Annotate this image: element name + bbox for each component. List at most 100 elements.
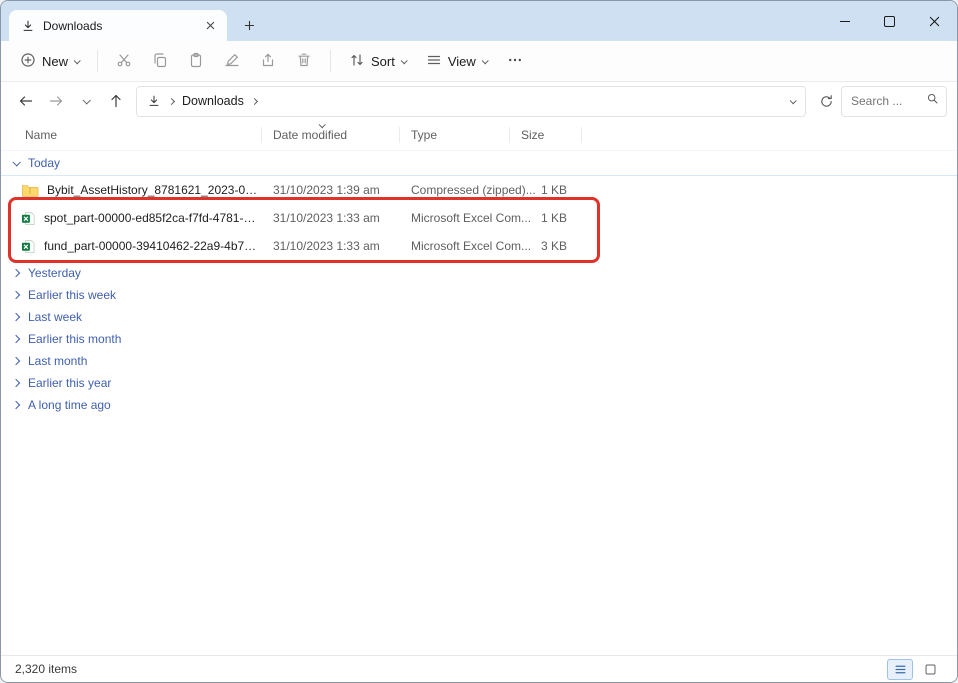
group-header-today[interactable]: Today — [1, 151, 957, 176]
group-label: Today — [28, 156, 60, 170]
tab-title: Downloads — [43, 19, 193, 33]
chevron-right-icon — [12, 269, 20, 277]
large-thumbnails-view-button[interactable] — [917, 659, 943, 680]
excel-file-icon — [21, 239, 36, 254]
view-button[interactable]: View — [417, 46, 496, 77]
plus-circle-icon — [20, 52, 36, 71]
group-header-last-month[interactable]: Last month — [1, 350, 957, 372]
group-label: Earlier this month — [28, 332, 121, 346]
ellipsis-icon — [507, 52, 523, 71]
group-header-yesterday[interactable]: Yesterday — [1, 262, 957, 284]
scissors-icon — [116, 52, 132, 71]
minimize-button[interactable] — [822, 1, 867, 41]
delete-button[interactable] — [287, 46, 321, 77]
file-name: spot_part-00000-ed85f2ca-f7fd-4781-a3e6-… — [44, 211, 261, 225]
rename-icon — [224, 52, 240, 71]
file-size: 1 KB — [509, 211, 581, 225]
trash-icon — [296, 52, 312, 71]
tab-close-icon[interactable] — [201, 17, 219, 35]
chevron-right-icon — [12, 335, 20, 343]
cut-button[interactable] — [107, 46, 141, 77]
chevron-right-icon — [12, 401, 20, 409]
group-label: Earlier this week — [28, 288, 116, 302]
group-header-earlier-this-month[interactable]: Earlier this month — [1, 328, 957, 350]
titlebar: Downloads — [1, 1, 957, 41]
sort-arrows-icon — [349, 52, 365, 71]
magnifier-icon — [926, 92, 939, 110]
group-header-a-long-time-ago[interactable]: A long time ago — [1, 394, 957, 416]
details-view-button[interactable] — [887, 659, 913, 680]
file-size: 3 KB — [509, 239, 581, 253]
group-label: Earlier this year — [28, 376, 111, 390]
clipboard-icon — [188, 52, 204, 71]
file-name: fund_part-00000-39410462-22a9-4b75-afb1-… — [44, 239, 261, 253]
chevron-right-icon — [12, 291, 20, 299]
file-row[interactable]: Bybit_AssetHistory_8781621_2023-01-01_20… — [1, 176, 957, 204]
breadcrumb-downloads[interactable]: Downloads — [182, 94, 244, 108]
column-headers: Name Date modified Type Size — [1, 120, 957, 151]
file-list: Today Bybit_AssetHistory_8781621_2023-01… — [1, 151, 957, 416]
download-icon — [147, 94, 161, 108]
window-controls — [822, 1, 957, 41]
recent-locations-chevron-icon[interactable] — [71, 86, 101, 116]
column-header-type[interactable]: Type — [399, 120, 509, 150]
chevron-down-icon — [401, 57, 408, 64]
group-label: Last week — [28, 310, 82, 324]
rename-button[interactable] — [215, 46, 249, 77]
new-button[interactable]: New — [11, 46, 88, 77]
navigation-bar: Downloads — [1, 82, 957, 120]
group-header-earlier-this-year[interactable]: Earlier this year — [1, 372, 957, 394]
group-header-earlier-this-week[interactable]: Earlier this week — [1, 284, 957, 306]
group-header-last-week[interactable]: Last week — [1, 306, 957, 328]
address-bar[interactable]: Downloads — [136, 86, 806, 117]
file-row[interactable]: fund_part-00000-39410462-22a9-4b75-afb1-… — [1, 232, 957, 260]
chevron-right-icon — [12, 313, 20, 321]
file-row[interactable]: spot_part-00000-ed85f2ca-f7fd-4781-a3e6-… — [1, 204, 957, 232]
column-header-size[interactable]: Size — [509, 120, 581, 150]
view-lines-icon — [426, 52, 442, 71]
chevron-right-icon — [168, 97, 175, 104]
file-type: Compressed (zipped)... — [399, 183, 509, 197]
paste-button[interactable] — [179, 46, 213, 77]
forward-button[interactable] — [41, 86, 71, 116]
chevron-down-icon — [12, 158, 20, 166]
maximize-button[interactable] — [867, 1, 912, 41]
file-type: Microsoft Excel Com... — [399, 239, 509, 253]
file-explorer-window: Downloads New — [0, 0, 958, 683]
more-options-button[interactable] — [498, 46, 532, 77]
refresh-button[interactable] — [811, 86, 841, 116]
file-name: Bybit_AssetHistory_8781621_2023-01-01_20… — [47, 183, 261, 197]
group-label: Yesterday — [28, 266, 81, 280]
sort-button[interactable]: Sort — [340, 46, 415, 77]
copy-button[interactable] — [143, 46, 177, 77]
toolbar-divider — [330, 50, 331, 72]
share-button[interactable] — [251, 46, 285, 77]
items-count: 2,320 items — [15, 662, 77, 676]
excel-file-icon — [21, 211, 36, 226]
tab-downloads[interactable]: Downloads — [9, 10, 227, 41]
file-date: 31/10/2023 1:33 am — [261, 239, 399, 253]
new-button-label: New — [42, 54, 68, 69]
command-toolbar: New — [1, 41, 957, 82]
column-header-filler — [581, 120, 957, 150]
search-box[interactable] — [841, 86, 947, 117]
new-tab-button[interactable] — [235, 12, 263, 38]
view-toggles — [887, 659, 943, 680]
sort-button-label: Sort — [371, 54, 395, 69]
column-header-date-modified[interactable]: Date modified — [261, 120, 399, 150]
address-dropdown-chevron-icon[interactable] — [790, 97, 797, 104]
copy-icon — [152, 52, 168, 71]
chevron-right-icon — [12, 379, 20, 387]
zip-folder-icon — [21, 183, 39, 198]
share-icon — [260, 52, 276, 71]
up-button[interactable] — [101, 86, 131, 116]
chevron-right-icon[interactable] — [251, 97, 258, 104]
back-button[interactable] — [11, 86, 41, 116]
column-header-name[interactable]: Name — [1, 128, 261, 142]
file-date: 31/10/2023 1:39 am — [261, 183, 399, 197]
chevron-down-icon — [74, 57, 81, 64]
search-input[interactable] — [849, 93, 922, 109]
close-button[interactable] — [912, 1, 957, 41]
file-size: 1 KB — [509, 183, 581, 197]
download-icon — [21, 19, 35, 33]
